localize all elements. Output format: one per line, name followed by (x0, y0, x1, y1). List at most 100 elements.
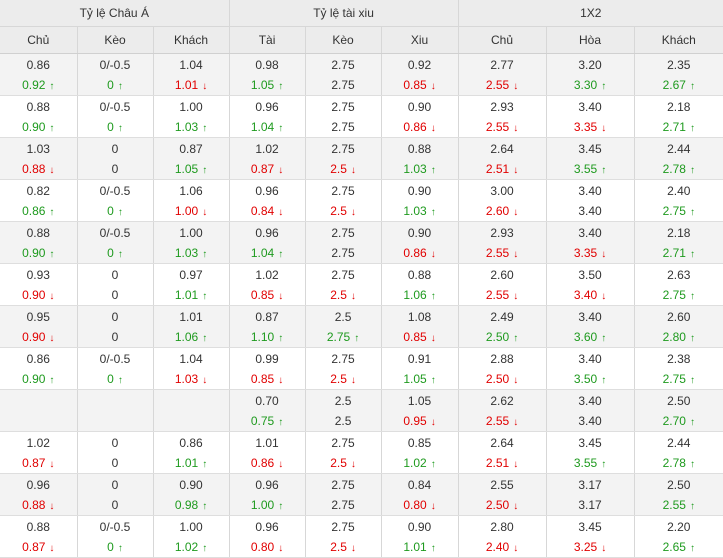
odds-value: 2.5 (334, 310, 352, 324)
odds-value: 2.44 (667, 436, 691, 450)
odds-value: 0.90 (407, 226, 432, 240)
arrow-up-icon: ↑ (117, 375, 123, 386)
live-away-cell: 1.02 ↑ (153, 537, 230, 558)
odds-value: 2.75 (331, 100, 355, 114)
odds-value: 2.71 (662, 246, 686, 260)
opening-away-cell: 0.97 (153, 263, 230, 285)
arrow-down-icon: ↓ (513, 543, 519, 554)
live-handicap-cell: 0 ↑ (77, 369, 154, 390)
arrow-down-icon: ↓ (601, 291, 607, 302)
col-header-line: Kèo (305, 26, 382, 54)
arrow-down-icon: ↓ (513, 249, 519, 260)
odds-value: 0 (107, 204, 114, 218)
odds-value: 3.20 (578, 58, 602, 72)
odds-value: 0 (107, 372, 114, 386)
arrow-down-icon: ↓ (350, 291, 356, 302)
odds-value: 2.64 (490, 142, 514, 156)
odds-value: 0.88 (26, 100, 50, 114)
opening-win-away-cell: 2.60 (634, 305, 723, 327)
live-over-cell: 1.00 ↑ (229, 495, 306, 516)
live-handicap-cell: 0 (77, 327, 154, 348)
odds-value: 2.71 (662, 120, 686, 134)
odds-value: 1.03 (26, 142, 50, 156)
opening-win-away-cell: 2.40 (634, 180, 723, 202)
live-away-cell (153, 411, 230, 432)
live-handicap-cell: 0 (77, 495, 154, 516)
opening-home-cell: 0.96 (0, 473, 78, 495)
live-under-cell: 1.03 ↑ (381, 201, 459, 222)
live-over-cell: 1.04 ↑ (229, 243, 306, 264)
odds-value: 0/-0.5 (99, 520, 131, 534)
opening-win-away-cell: 2.50 (634, 473, 723, 495)
odds-value: 2.67 (662, 78, 686, 92)
opening-win-away-cell: 2.44 (634, 137, 723, 159)
opening-win-away-cell: 2.18 (634, 96, 723, 118)
opening-under-cell: 0.90 (381, 179, 459, 201)
live-line-cell: 2.75 (305, 117, 382, 138)
odds-value: 2.75 (331, 184, 355, 198)
arrow-up-icon: ↑ (601, 375, 607, 386)
opening-away-cell: 1.06 (153, 179, 230, 201)
odds-row-live: 0.88 ↓ 0 0.98 ↑ 1.00 ↑ 2.75 0.80 ↓ 2.50 ↓ 3.17 2.55 ↑ (0, 495, 723, 516)
odds-value: 3.50 (578, 268, 602, 282)
odds-value: 1.03 (403, 204, 427, 218)
arrow-down-icon: ↓ (430, 123, 436, 134)
arrow-down-icon: ↓ (513, 501, 519, 512)
odds-value: 0.80 (403, 498, 427, 512)
odds-value: 2.88 (490, 352, 514, 366)
opening-under-cell: 0.90 (381, 95, 459, 117)
odds-value: 0.98 (174, 498, 199, 512)
opening-away-cell: 1.04 (153, 347, 230, 369)
odds-row-live: 0.90 ↑ 0 ↑ 1.03 ↓ 0.85 ↓ 2.5 ↓ 1.05 ↑ 2.50 ↓ 3.50 ↑ 2.75… (0, 369, 723, 390)
odds-value: 0.86 (403, 120, 427, 134)
odds-value: 3.40 (578, 394, 602, 408)
odds-value: 0 (107, 78, 114, 92)
odds-value: 0 (111, 498, 119, 512)
odds-value: 3.35 (573, 120, 598, 134)
odds-value: 3.55 (573, 456, 598, 470)
opening-win-home-cell: 2.64 (458, 137, 547, 159)
arrow-up-icon: ↑ (430, 165, 436, 176)
odds-value: 0.92 (22, 78, 46, 92)
live-win-away-cell: 2.71 ↑ (634, 243, 723, 264)
opening-win-away-cell: 2.50 (634, 389, 723, 411)
opening-over-cell: 1.02 (229, 263, 306, 285)
odds-row-live: 0.88 ↓ 0 1.05 ↑ 0.87 ↓ 2.5 ↓ 1.03 ↑ 2.51 ↓ 3.55 ↑ 2.78 ↑ (0, 159, 723, 180)
odds-value: 0.86 (22, 204, 46, 218)
arrow-up-icon: ↑ (689, 291, 695, 302)
live-over-cell: 0.75 ↑ (229, 411, 306, 432)
odds-value: 2.5 (334, 414, 352, 428)
odds-value: 2.93 (490, 226, 514, 240)
arrow-up-icon: ↑ (601, 333, 607, 344)
odds-value: 0/-0.5 (99, 100, 131, 114)
odds-value: 2.70 (662, 414, 686, 428)
arrow-up-icon: ↑ (49, 249, 55, 260)
arrow-up-icon: ↑ (430, 207, 436, 218)
arrow-up-icon: ↑ (117, 207, 123, 218)
live-win-away-cell: 2.75 ↑ (634, 369, 723, 390)
odds-value: 0.92 (407, 58, 432, 72)
opening-win-away-cell: 2.38 (634, 348, 723, 370)
odds-value: 3.40 (578, 204, 602, 218)
opening-handicap-cell: 0/-0.5 (77, 95, 154, 117)
odds-value: 0.88 (407, 268, 432, 282)
opening-line-cell: 2.75 (305, 431, 382, 453)
live-win-away-cell: 2.67 ↑ (634, 75, 723, 96)
col-header-draw: Hòa (546, 26, 635, 54)
opening-handicap-cell (77, 389, 154, 411)
opening-over-cell: 1.01 (229, 431, 306, 453)
live-under-cell: 0.86 ↓ (381, 117, 459, 138)
live-handicap-cell: 0 ↑ (77, 117, 154, 138)
opening-away-cell: 1.04 (153, 53, 230, 75)
odds-value: 2.40 (667, 184, 691, 198)
odds-value: 0.87 (250, 162, 275, 176)
opening-draw-cell: 3.45 (546, 515, 635, 537)
odds-value: 2.55 (485, 414, 510, 428)
opening-line-cell: 2.75 (305, 347, 382, 369)
arrow-up-icon: ↑ (430, 543, 436, 554)
arrow-down-icon: ↓ (202, 207, 208, 218)
odds-value: 0.87 (22, 456, 46, 470)
opening-win-home-cell: 2.80 (458, 515, 547, 537)
odds-value: 3.40 (578, 414, 602, 428)
odds-value: 0.86 (403, 246, 427, 260)
